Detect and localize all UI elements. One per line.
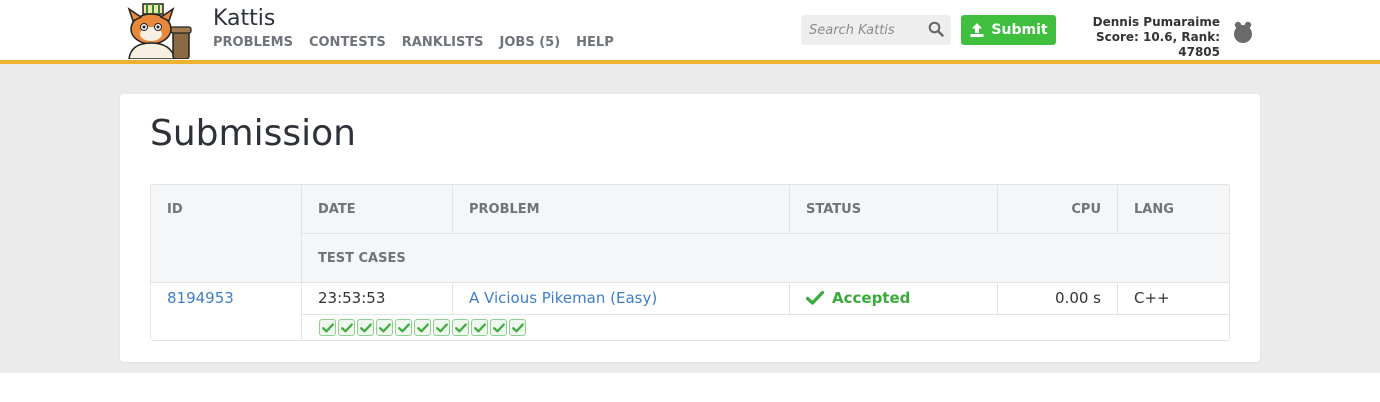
col-divider [452,185,453,233]
status-text: Accepted [832,289,911,307]
nav-problems[interactable]: PROBLEMS [213,35,293,50]
th-id: ID [167,202,183,217]
nav-contests[interactable]: CONTESTS [309,35,386,50]
submission-date: 23:53:53 [318,289,386,307]
test-case-passed-icon[interactable] [490,319,507,336]
nav-help[interactable]: HELP [576,35,614,50]
checkmark-icon [806,291,824,305]
table-header-row [151,185,1229,283]
top-header: Kattis PROBLEMS CONTESTS RANKLISTS JOBS … [0,0,1380,60]
test-case-passed-icon[interactable] [471,319,488,336]
site-title[interactable]: Kattis [213,6,275,31]
th-status: STATUS [806,202,862,217]
col-divider [789,185,790,233]
col-divider [452,283,453,315]
col-divider [1117,185,1118,233]
test-case-passed-icon[interactable] [452,319,469,336]
nav-ranklists[interactable]: RANKLISTS [402,35,484,50]
submission-id-link[interactable]: 8194953 [167,289,234,307]
test-case-passed-icon[interactable] [414,319,431,336]
main-nav: PROBLEMS CONTESTS RANKLISTS JOBS (5) HEL… [213,35,630,50]
user-name[interactable]: Dennis Pumaraime [1060,15,1220,30]
row-divider [301,314,1229,315]
th-test-cases: TEST CASES [318,251,406,266]
test-case-passed-icon[interactable] [319,319,336,336]
submission-table: ID DATE PROBLEM STATUS CPU LANG TEST CAS… [150,184,1230,341]
col-divider [301,185,302,340]
nav-jobs[interactable]: JOBS (5) [500,35,561,50]
test-case-passed-icon[interactable] [395,319,412,336]
test-case-passed-icon[interactable] [338,319,355,336]
th-lang: LANG [1134,202,1174,217]
submit-label: Submit [991,22,1048,38]
avatar-icon[interactable] [1230,19,1256,45]
th-problem: PROBLEM [469,202,540,217]
search-box [801,15,951,45]
test-case-passed-icon[interactable] [376,319,393,336]
col-divider [789,283,790,315]
test-case-passed-icon[interactable] [433,319,450,336]
user-stats: Score: 10.6, Rank: 47805 [1095,30,1220,59]
th-date: DATE [318,202,356,217]
status-badge: Accepted [806,289,910,307]
test-case-list [319,319,526,336]
search-input[interactable] [801,15,921,45]
upload-icon [970,23,984,37]
th-cpu: CPU [1071,202,1101,217]
test-case-passed-icon[interactable] [509,319,526,336]
problem-link[interactable]: A Vicious Pikeman (Easy) [469,289,657,307]
cpu-time: 0.00 s [1055,289,1101,307]
language: C++ [1134,289,1170,307]
submit-button[interactable]: Submit [961,15,1056,45]
header-divider [301,233,1229,234]
col-divider [1117,283,1118,315]
test-case-passed-icon[interactable] [357,319,374,336]
kattis-logo-icon[interactable] [121,1,197,59]
header-bottom-divider [151,282,1229,283]
user-info: Dennis Pumaraime Score: 10.6, Rank: 4780… [1060,15,1220,60]
page-title: Submission [150,113,356,154]
search-icon[interactable] [928,21,944,37]
